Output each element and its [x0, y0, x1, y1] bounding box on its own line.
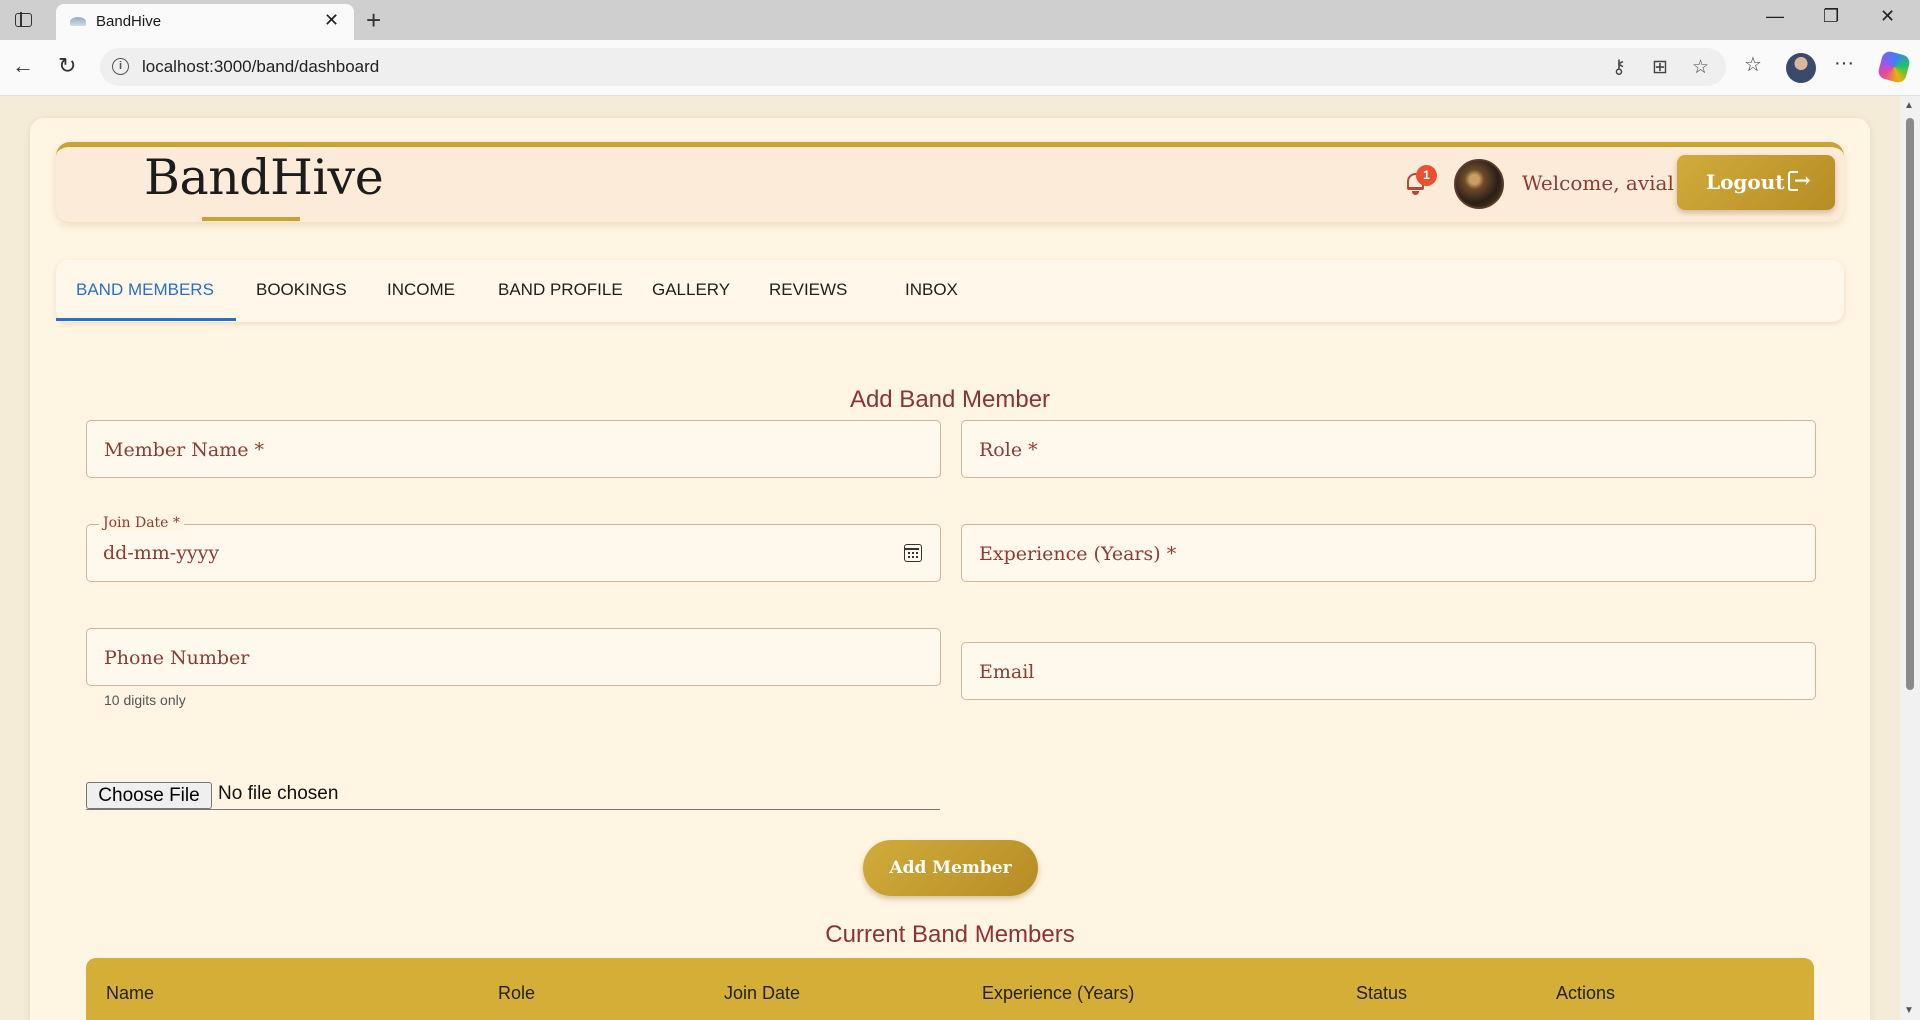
- band-avatar[interactable]: [1454, 159, 1504, 209]
- members-table-header: Name Role Join Date Experience (Years) S…: [86, 958, 1814, 1020]
- favicon-icon: [70, 17, 86, 26]
- column-header-experience: Experience (Years): [982, 983, 1135, 1003]
- role-field[interactable]: Role *: [961, 420, 1816, 478]
- minimize-icon[interactable]: —: [1766, 6, 1784, 27]
- form-title: Add Band Member: [849, 386, 1051, 413]
- column-header-status: Status: [1356, 983, 1408, 1003]
- role-placeholder: Role *: [979, 439, 1038, 461]
- add-member-button[interactable]: Add Member: [863, 840, 1038, 896]
- key-icon[interactable]: ⚷: [1612, 56, 1626, 79]
- browser-tab[interactable]: BandHive ✕: [56, 4, 354, 40]
- file-status-text: No file chosen: [218, 783, 339, 804]
- browser-tabstrip: BandHive ✕ + — ❐ ✕: [0, 0, 1920, 40]
- copilot-icon[interactable]: [1876, 49, 1912, 85]
- join-date-label: Join Date *: [99, 515, 184, 531]
- tab-inbox[interactable]: INBOX: [905, 280, 958, 300]
- email-placeholder: Email: [979, 661, 1035, 683]
- experience-placeholder: Experience (Years) *: [979, 543, 1177, 565]
- browser-tab-title: BandHive: [96, 13, 162, 30]
- page-viewport: BandHive 1 Welcome, avial Logout → BAND …: [0, 96, 1920, 1020]
- brand-logo[interactable]: BandHive: [144, 149, 384, 206]
- more-icon[interactable]: ···: [1834, 52, 1854, 75]
- join-date-field[interactable]: Join Date * dd-mm-yyyy: [86, 515, 941, 582]
- column-header-actions: Actions: [1556, 983, 1616, 1003]
- tab-band-profile[interactable]: BAND PROFILE: [498, 280, 623, 300]
- scrollbar-thumb[interactable]: [1906, 118, 1914, 690]
- close-tab-icon[interactable]: ✕: [324, 10, 339, 31]
- page-scrollbar[interactable]: ▲ ▼: [1900, 96, 1920, 1020]
- dashboard-card: BandHive 1 Welcome, avial Logout → BAND …: [30, 118, 1870, 1020]
- tab-reviews[interactable]: REVIEWS: [769, 280, 847, 300]
- welcome-text: Welcome, avial: [1522, 171, 1674, 195]
- phone-helper-text: 10 digits only: [104, 692, 186, 708]
- url-text[interactable]: localhost:3000/band/dashboard: [142, 57, 379, 77]
- notification-bell-icon[interactable]: 1: [1404, 165, 1437, 199]
- reload-icon[interactable]: ↻: [58, 53, 76, 79]
- logout-icon: →: [1788, 168, 1811, 192]
- address-bar[interactable]: i localhost:3000/band/dashboard ⚷ ⊞ ☆: [100, 48, 1726, 86]
- member-name-field[interactable]: Member Name *: [86, 420, 941, 478]
- tab-band-members[interactable]: BAND MEMBERS: [76, 280, 214, 300]
- tab-income[interactable]: INCOME: [387, 280, 455, 300]
- active-tab-indicator: [56, 318, 236, 321]
- choose-file-button[interactable]: Choose File: [86, 782, 212, 809]
- browser-toolbar: ← ↻ i localhost:3000/band/dashboard ⚷ ⊞ …: [0, 40, 1920, 96]
- photo-file-input: Choose File No file chosen: [86, 776, 940, 810]
- tab-gallery[interactable]: GALLERY: [652, 280, 730, 300]
- profile-avatar[interactable]: [1786, 53, 1816, 83]
- brand-underline: [202, 217, 300, 221]
- new-tab-icon[interactable]: +: [366, 5, 381, 36]
- scroll-down-icon[interactable]: ▼: [1904, 1005, 1914, 1016]
- tab-bookings[interactable]: BOOKINGS: [256, 280, 347, 300]
- scroll-up-icon[interactable]: ▲: [1904, 100, 1914, 111]
- restore-icon[interactable]: ❐: [1823, 6, 1839, 27]
- close-window-icon[interactable]: ✕: [1880, 6, 1895, 27]
- app-header: BandHive 1 Welcome, avial Logout →: [56, 142, 1844, 222]
- column-header-role: Role: [498, 983, 536, 1003]
- favorites-icon[interactable]: ☆: [1744, 52, 1762, 77]
- back-icon[interactable]: ←: [12, 53, 34, 79]
- favorite-star-icon[interactable]: ☆: [1692, 56, 1709, 79]
- column-header-name: Name: [106, 983, 155, 1003]
- phone-placeholder: Phone Number: [104, 647, 250, 669]
- members-table-title: Current Band Members: [825, 921, 1075, 948]
- email-field[interactable]: Email: [961, 642, 1816, 700]
- phone-field[interactable]: Phone Number: [86, 628, 941, 686]
- column-header-join-date: Join Date: [724, 983, 801, 1003]
- apps-icon[interactable]: ⊞: [1652, 56, 1668, 79]
- calendar-icon[interactable]: [904, 544, 922, 562]
- join-date-value: dd-mm-yyyy: [103, 542, 220, 564]
- logout-button[interactable]: Logout →: [1677, 155, 1835, 210]
- member-name-placeholder: Member Name *: [104, 439, 264, 461]
- logout-label: Logout: [1706, 170, 1785, 194]
- notification-badge: 1: [1416, 165, 1437, 186]
- dashboard-tabs: BAND MEMBERS BOOKINGS INCOME BAND PROFIL…: [56, 260, 1844, 322]
- experience-field[interactable]: Experience (Years) *: [961, 524, 1816, 582]
- tab-actions-icon[interactable]: [12, 9, 36, 31]
- site-info-icon[interactable]: i: [112, 58, 129, 75]
